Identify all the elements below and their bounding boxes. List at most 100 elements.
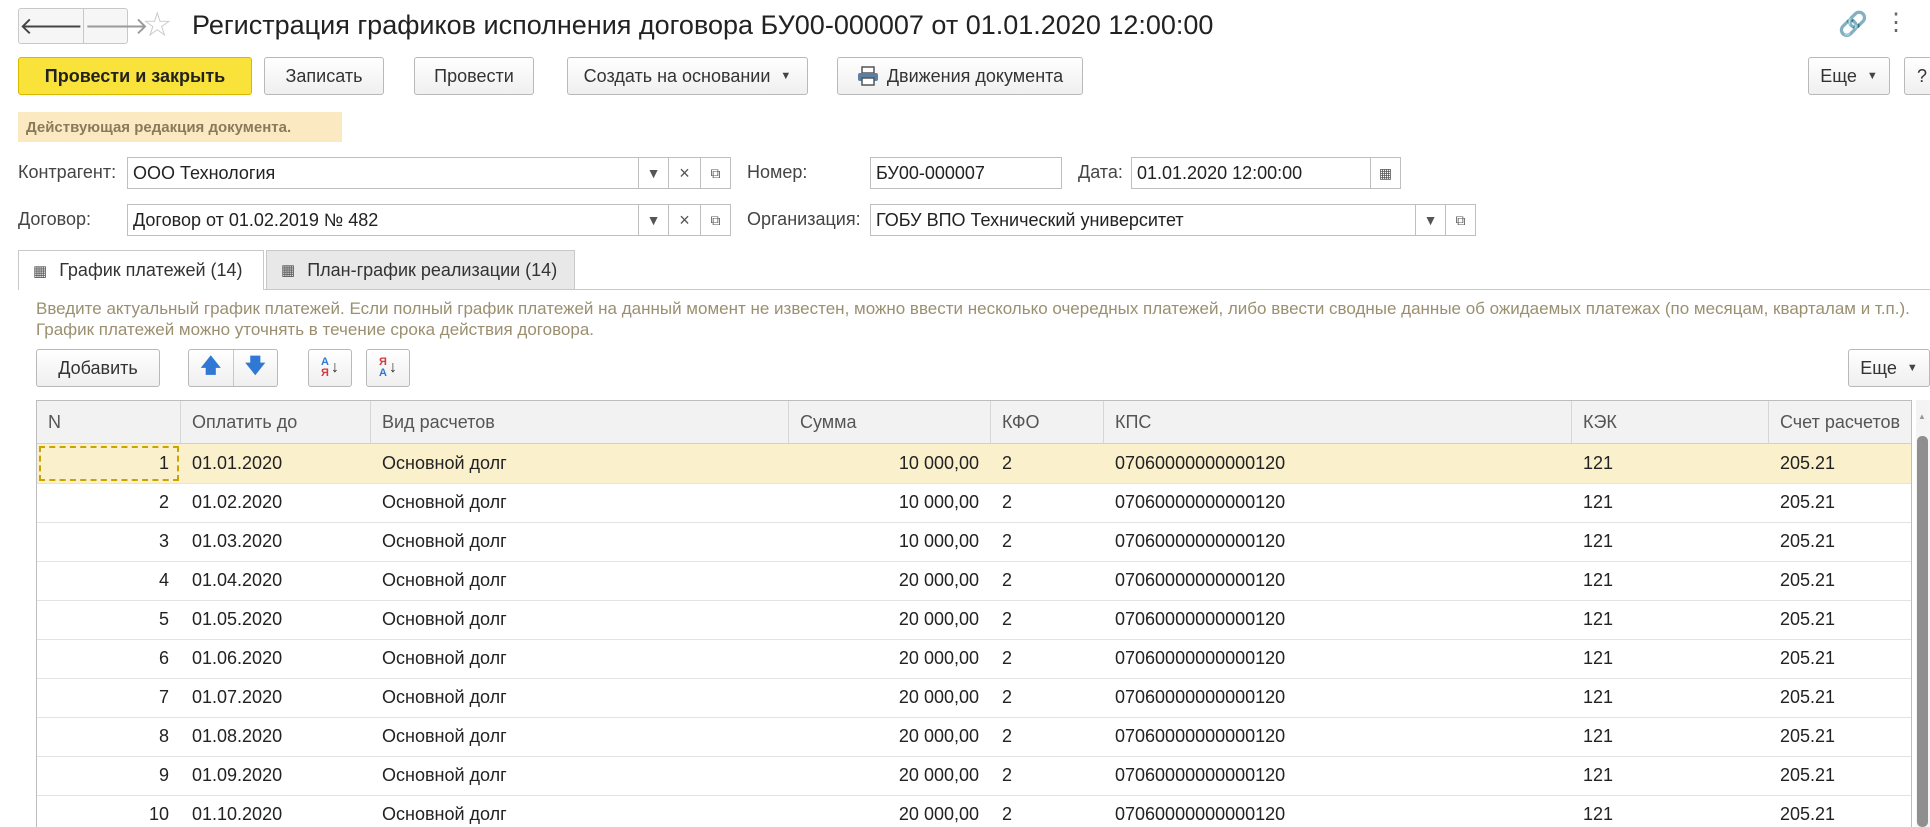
cell-kps[interactable]: 07060000000000120: [1104, 678, 1572, 717]
cell-kek[interactable]: 121: [1572, 795, 1769, 827]
cell-kfo[interactable]: 2: [991, 444, 1104, 483]
table-row[interactable]: 3 01.03.2020 Основной долг 10 000,00 2 070600…: [37, 522, 1911, 562]
table-row[interactable]: 2 01.02.2020 Основной долг 10 000,00 2 070600…: [37, 483, 1911, 523]
cell-kps[interactable]: 07060000000000120: [1104, 522, 1572, 561]
table-row[interactable]: 6 01.06.2020 Основной долг 20 000,00 2 070600…: [37, 639, 1911, 679]
cell-account[interactable]: 205.21: [1769, 639, 1911, 678]
link-icon[interactable]: 🔗: [1838, 10, 1868, 39]
column-header-pay-until[interactable]: Оплатить до: [181, 401, 371, 443]
cell-kfo[interactable]: 2: [991, 717, 1104, 756]
cell-kps[interactable]: 07060000000000120: [1104, 756, 1572, 795]
cell-amount[interactable]: 20 000,00: [789, 600, 991, 639]
contract-open-button[interactable]: ⧉: [701, 204, 731, 236]
cell-kps[interactable]: 07060000000000120: [1104, 444, 1572, 483]
sort-descending-button[interactable]: Я А ↓: [366, 349, 410, 387]
save-button[interactable]: Записать: [264, 57, 384, 95]
post-and-close-button[interactable]: Провести и закрыть: [18, 57, 252, 95]
favorite-star-icon[interactable]: ☆: [142, 8, 172, 42]
cell-account[interactable]: 205.21: [1769, 600, 1911, 639]
cell-kps[interactable]: 07060000000000120: [1104, 639, 1572, 678]
cell-kfo[interactable]: 2: [991, 483, 1104, 522]
table-row[interactable]: 8 01.08.2020 Основной долг 20 000,00 2 070600…: [37, 717, 1911, 757]
cell-amount[interactable]: 20 000,00: [789, 756, 991, 795]
cell-pay-until[interactable]: 01.07.2020: [181, 678, 371, 717]
tab-payment-schedule[interactable]: ▦ График платежей (14): [18, 250, 264, 290]
cell-pay-until[interactable]: 01.04.2020: [181, 561, 371, 600]
cell-kek[interactable]: 121: [1572, 444, 1769, 483]
help-button[interactable]: ?: [1904, 57, 1930, 95]
cell-kfo[interactable]: 2: [991, 756, 1104, 795]
cell-n[interactable]: 3: [37, 522, 181, 561]
cell-kek[interactable]: 121: [1572, 522, 1769, 561]
cell-amount[interactable]: 20 000,00: [789, 561, 991, 600]
cell-account[interactable]: 205.21: [1769, 444, 1911, 483]
create-based-on-button[interactable]: Создать на основании ▼: [567, 57, 808, 95]
cell-account[interactable]: 205.21: [1769, 483, 1911, 522]
cell-kek[interactable]: 121: [1572, 639, 1769, 678]
cell-kps[interactable]: 07060000000000120: [1104, 483, 1572, 522]
table-row[interactable]: 9 01.09.2020 Основной долг 20 000,00 2 070600…: [37, 756, 1911, 796]
cell-amount[interactable]: 20 000,00: [789, 795, 991, 827]
cell-account[interactable]: 205.21: [1769, 795, 1911, 827]
cell-account[interactable]: 205.21: [1769, 522, 1911, 561]
cell-amount[interactable]: 10 000,00: [789, 444, 991, 483]
cell-kps[interactable]: 07060000000000120: [1104, 795, 1572, 827]
cell-settlement-type[interactable]: Основной долг: [371, 522, 789, 561]
date-picker-button[interactable]: ▦: [1371, 157, 1401, 189]
cell-account[interactable]: 205.21: [1769, 561, 1911, 600]
cell-settlement-type[interactable]: Основной долг: [371, 600, 789, 639]
cell-pay-until[interactable]: 01.09.2020: [181, 756, 371, 795]
date-field[interactable]: 01.01.2020 12:00:00: [1131, 157, 1371, 189]
table-row[interactable]: 5 01.05.2020 Основной долг 20 000,00 2 070600…: [37, 600, 1911, 640]
column-header-kfo[interactable]: КФО: [991, 401, 1104, 443]
cell-pay-until[interactable]: 01.10.2020: [181, 795, 371, 827]
document-movements-button[interactable]: Движения документа: [837, 57, 1083, 95]
cell-account[interactable]: 205.21: [1769, 678, 1911, 717]
cell-settlement-type[interactable]: Основной долг: [371, 756, 789, 795]
more-vertical-icon[interactable]: ⋮: [1884, 8, 1908, 37]
move-down-button[interactable]: 🡇: [232, 350, 278, 386]
sort-ascending-button[interactable]: А Я ↓: [308, 349, 352, 387]
cell-kek[interactable]: 121: [1572, 756, 1769, 795]
cell-kfo[interactable]: 2: [991, 561, 1104, 600]
column-header-amount[interactable]: Сумма: [789, 401, 991, 443]
cell-kfo[interactable]: 2: [991, 600, 1104, 639]
cell-pay-until[interactable]: 01.08.2020: [181, 717, 371, 756]
tab-implementation-plan[interactable]: ▦ План-график реализации (14): [266, 250, 575, 290]
contractor-clear-button[interactable]: ×: [669, 157, 701, 189]
column-header-n[interactable]: N: [37, 401, 181, 443]
add-row-button[interactable]: Добавить: [36, 349, 160, 387]
cell-amount[interactable]: 20 000,00: [789, 639, 991, 678]
table-more-button[interactable]: Еще ▼: [1848, 349, 1930, 387]
cell-kek[interactable]: 121: [1572, 561, 1769, 600]
cell-kek[interactable]: 121: [1572, 600, 1769, 639]
cell-amount[interactable]: 20 000,00: [789, 717, 991, 756]
cell-kfo[interactable]: 2: [991, 795, 1104, 827]
cell-kek[interactable]: 121: [1572, 483, 1769, 522]
scroll-up-icon[interactable]: ▲: [1918, 412, 1926, 421]
cell-settlement-type[interactable]: Основной долг: [371, 444, 789, 483]
table-row[interactable]: 10 01.10.2020 Основной долг 20 000,00 2 07060…: [37, 795, 1911, 827]
cell-amount[interactable]: 20 000,00: [789, 678, 991, 717]
table-row[interactable]: 4 01.04.2020 Основной долг 20 000,00 2 070600…: [37, 561, 1911, 601]
cell-kek[interactable]: 121: [1572, 678, 1769, 717]
cell-settlement-type[interactable]: Основной долг: [371, 717, 789, 756]
organization-dropdown-button[interactable]: ▼: [1416, 204, 1446, 236]
cell-n[interactable]: 5: [37, 600, 181, 639]
column-header-account[interactable]: Счет расчетов: [1769, 401, 1911, 443]
cell-kps[interactable]: 07060000000000120: [1104, 717, 1572, 756]
table-row[interactable]: 1 01.01.2020 Основной долг 10 000,00 2 070600…: [37, 444, 1911, 484]
cell-kfo[interactable]: 2: [991, 522, 1104, 561]
cell-amount[interactable]: 10 000,00: [789, 483, 991, 522]
cell-kfo[interactable]: 2: [991, 678, 1104, 717]
cell-kps[interactable]: 07060000000000120: [1104, 600, 1572, 639]
cell-amount[interactable]: 10 000,00: [789, 522, 991, 561]
scrollbar-thumb[interactable]: [1917, 436, 1928, 827]
cell-account[interactable]: 205.21: [1769, 756, 1911, 795]
post-button[interactable]: Провести: [414, 57, 534, 95]
cell-account[interactable]: 205.21: [1769, 717, 1911, 756]
cell-n[interactable]: 8: [37, 717, 181, 756]
cell-pay-until[interactable]: 01.02.2020: [181, 483, 371, 522]
contract-field[interactable]: Договор от 01.02.2019 № 482: [127, 204, 639, 236]
cell-settlement-type[interactable]: Основной долг: [371, 678, 789, 717]
